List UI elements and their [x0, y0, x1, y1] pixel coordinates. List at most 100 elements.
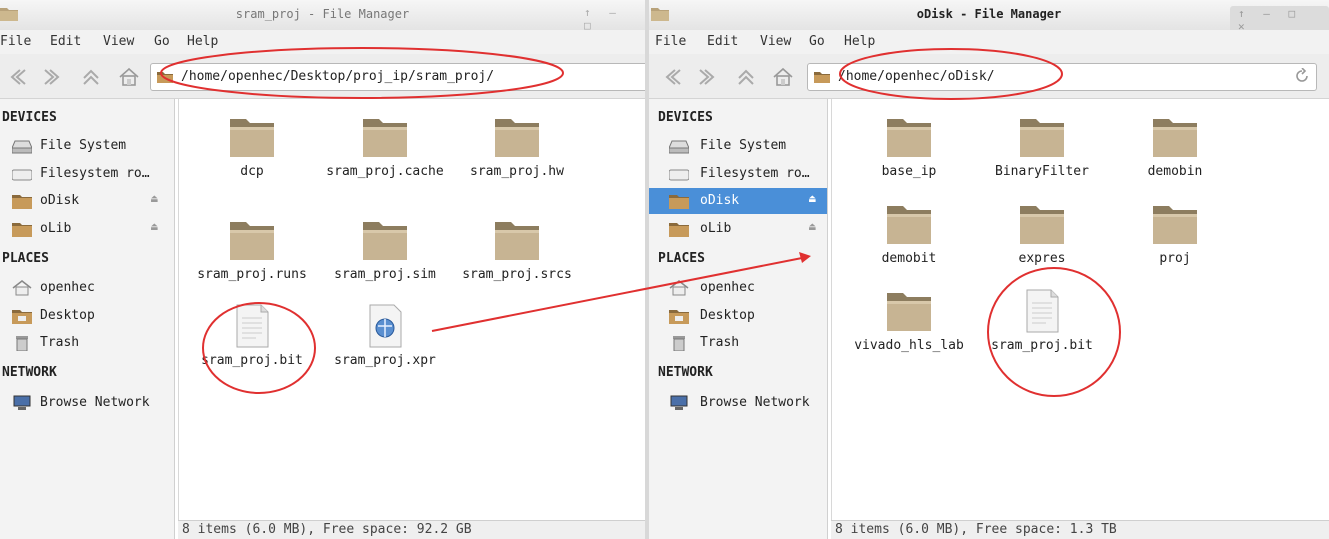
file-item[interactable]: sram_proj.xpr [325, 304, 445, 368]
sidebar-item-label: Desktop [700, 308, 755, 323]
sidebar-item-label: Trash [40, 335, 80, 350]
sidebar: DEVICES File System Filesystem ro… oDisk… [649, 99, 828, 539]
eject-icon[interactable]: ⏏ [809, 192, 816, 205]
sidebar-item-desktop[interactable]: Desktop [12, 303, 172, 329]
document-icon [1026, 289, 1059, 333]
folder-item[interactable]: sram_proj.srcs [457, 218, 577, 282]
location-folder-icon [157, 72, 173, 83]
folder-icon [363, 222, 407, 260]
menu-file[interactable]: File [0, 34, 31, 49]
sidebar-item-label: File System [40, 138, 127, 153]
menu-bar: File Edit View Go Help [0, 30, 645, 54]
sidebar-item-label: Filesystem ro… [700, 166, 810, 181]
file-name-label: sram_proj.bit [201, 353, 303, 368]
file-item[interactable]: sram_proj.bit [192, 304, 312, 368]
sidebar-item-label: oLib [700, 221, 732, 236]
menu-edit[interactable]: Edit [50, 34, 81, 49]
file-item[interactable]: sram_proj.bit [982, 289, 1102, 353]
folder-item[interactable]: sram_proj.sim [325, 218, 445, 282]
home-icon[interactable] [770, 64, 796, 90]
folder-item[interactable]: dcp [192, 115, 312, 179]
location-bar[interactable]: /home/openhec/Desktop/proj_ip/sram_proj/ [150, 63, 645, 91]
back-arrow-icon[interactable] [659, 64, 685, 90]
sidebar-item-browse-network[interactable]: Browse Network [649, 390, 827, 416]
sidebar-item-label: Filesystem ro… [40, 166, 150, 181]
folder-item[interactable]: sram_proj.hw [457, 115, 577, 179]
folder-item[interactable]: vivado_hls_lab [849, 289, 969, 353]
desktop-folder-icon [669, 310, 689, 324]
status-bar: 8 items (6.0 MB), Free space: 1.3 TB [831, 520, 1329, 539]
menu-help[interactable]: Help [187, 34, 218, 49]
folder-item[interactable]: demobin [1115, 115, 1235, 179]
sidebar-item-label: oLib [40, 221, 72, 236]
folder-icon [669, 223, 689, 237]
file-name-label: sram_proj.bit [991, 338, 1093, 353]
sidebar-item-label: oDisk [40, 193, 80, 208]
sidebar-item-desktop[interactable]: Desktop [649, 303, 827, 329]
menu-bar: File Edit View Go Help [649, 30, 1329, 54]
location-path: /home/openhec/oDisk/ [838, 69, 995, 84]
sidebar-item-openhec[interactable]: openhec [649, 275, 827, 301]
folder-icon [363, 119, 407, 157]
menu-view[interactable]: View [103, 34, 134, 49]
location-bar[interactable]: /home/openhec/oDisk/ [807, 63, 1317, 91]
sidebar-item-trash[interactable]: Trash [649, 330, 827, 356]
sidebar-item-file-system[interactable]: File System [12, 133, 172, 159]
menu-help[interactable]: Help [844, 34, 875, 49]
window-controls[interactable]: ↑ – □ [584, 6, 645, 32]
eject-icon[interactable]: ⏏ [151, 220, 158, 233]
folder-item[interactable]: proj [1115, 202, 1235, 266]
home-icon [669, 280, 689, 296]
folder-icon [669, 195, 689, 209]
menu-file[interactable]: File [655, 34, 686, 49]
sidebar-item-trash[interactable]: Trash [12, 330, 172, 356]
home-icon[interactable] [116, 64, 142, 90]
folder-icon [887, 293, 931, 331]
folder-icon [887, 206, 931, 244]
folder-item[interactable]: sram_proj.cache [325, 115, 445, 179]
title-bar[interactable]: sram_proj - File Manager ↑ – □ [0, 0, 645, 32]
menu-edit[interactable]: Edit [707, 34, 738, 49]
file-name-label: proj [1159, 251, 1191, 266]
menu-go[interactable]: Go [154, 34, 170, 49]
sidebar-item-openhec[interactable]: openhec [12, 275, 172, 301]
sidebar-item-odisk[interactable]: oDisk ⏏ [649, 188, 827, 214]
reload-icon[interactable] [1294, 68, 1310, 84]
title-bar[interactable]: oDisk - File Manager ↑ – □ ✕ [649, 0, 1329, 34]
eject-icon[interactable]: ⏏ [809, 220, 816, 233]
up-arrow-icon[interactable] [78, 64, 104, 90]
folder-item[interactable]: BinaryFilter [982, 115, 1102, 179]
network-header: NETWORK [2, 365, 57, 380]
status-text: 8 items (6.0 MB), Free space: 1.3 TB [835, 522, 1117, 537]
sidebar-item-olib[interactable]: oLib ⏏ [12, 216, 172, 242]
file-name-label: BinaryFilter [995, 164, 1089, 179]
folder-icon [1153, 206, 1197, 244]
folder-icon [1020, 206, 1064, 244]
back-arrow-icon[interactable] [4, 64, 30, 90]
sidebar-item-odisk[interactable]: oDisk ⏏ [12, 188, 172, 214]
sidebar-item-browse-network[interactable]: Browse Network [12, 390, 172, 416]
sidebar-item-file-system[interactable]: File System [649, 133, 827, 159]
file-name-label: sram_proj.hw [470, 164, 564, 179]
document-icon [236, 304, 269, 348]
sidebar-item-filesystem-root[interactable]: Filesystem ro… [12, 161, 172, 187]
network-icon [670, 395, 688, 410]
status-text: 8 items (6.0 MB), Free space: 92.2 GB [182, 522, 472, 537]
forward-arrow-icon[interactable] [40, 64, 66, 90]
folder-item[interactable]: expres [982, 202, 1102, 266]
menu-go[interactable]: Go [809, 34, 825, 49]
folder-item[interactable]: demobit [849, 202, 969, 266]
sidebar-item-filesystem-root[interactable]: Filesystem ro… [649, 161, 827, 187]
forward-arrow-icon[interactable] [695, 64, 721, 90]
up-arrow-icon[interactable] [733, 64, 759, 90]
sidebar-item-olib[interactable]: oLib ⏏ [649, 216, 827, 242]
folder-item[interactable]: base_ip [849, 115, 969, 179]
folder-icon [230, 119, 274, 157]
menu-view[interactable]: View [760, 34, 791, 49]
folder-item[interactable]: sram_proj.runs [192, 218, 312, 282]
eject-icon[interactable]: ⏏ [151, 192, 158, 205]
xpr-document-icon [369, 304, 402, 348]
location-folder-icon [814, 72, 830, 83]
sidebar-item-label: Browse Network [40, 395, 150, 410]
places-header: PLACES [658, 251, 705, 266]
